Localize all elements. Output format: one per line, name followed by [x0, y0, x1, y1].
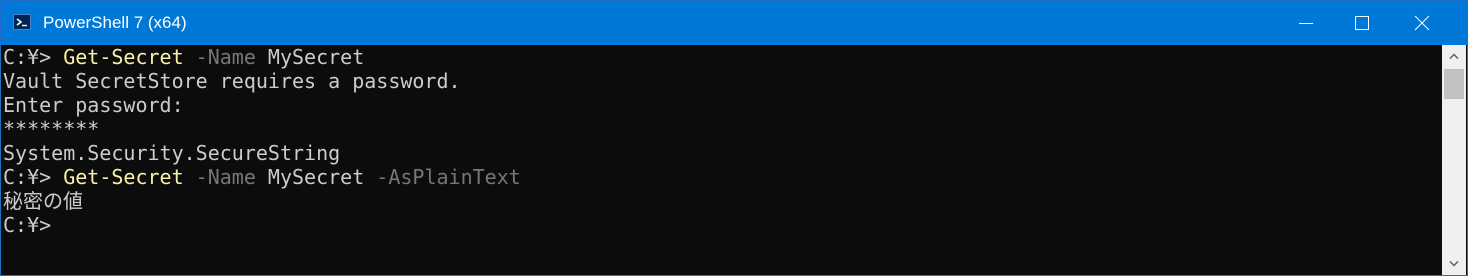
- command: Get-Secret: [63, 45, 184, 69]
- close-button[interactable]: [1399, 1, 1445, 45]
- maximize-button[interactable]: [1339, 1, 1385, 45]
- powershell-window: PowerShell 7 (x64) C:¥> Get-Secret -Name…: [0, 0, 1468, 276]
- window-title: PowerShell 7 (x64): [43, 13, 187, 32]
- prompt: C:¥>: [3, 165, 64, 189]
- scroll-thumb[interactable]: [1444, 69, 1464, 99]
- console-line: ********: [3, 117, 100, 141]
- minimize-button[interactable]: [1283, 1, 1329, 45]
- vertical-scrollbar[interactable]: [1442, 45, 1466, 275]
- close-icon: [1414, 15, 1430, 31]
- console-line: C:¥> Get-Secret -Name MySecret: [3, 45, 364, 69]
- console-line: Vault SecretStore requires a password.: [3, 69, 461, 93]
- powershell-icon: [13, 14, 31, 30]
- scroll-up-button[interactable]: [1442, 45, 1466, 67]
- title-bar[interactable]: PowerShell 7 (x64): [1, 1, 1467, 45]
- argument: MySecret: [255, 165, 365, 189]
- maximize-icon: [1355, 16, 1369, 30]
- argument: MySecret: [255, 45, 365, 69]
- command: Get-Secret: [63, 165, 184, 189]
- minimize-icon: [1299, 23, 1313, 24]
- prompt: C:¥>: [3, 45, 64, 69]
- scroll-down-button[interactable]: [1442, 253, 1466, 275]
- parameter: -Name: [183, 45, 256, 69]
- console-line: Enter password:: [3, 93, 184, 117]
- console-line: System.Security.SecureString: [3, 141, 341, 165]
- console-line: 秘密の値: [3, 189, 83, 213]
- parameter: -AsPlainText: [364, 165, 521, 189]
- chevron-down-icon: [1449, 261, 1459, 267]
- console-output[interactable]: C:¥> Get-Secret -Name MySecret Vault Sec…: [1, 45, 1441, 275]
- console-line: C:¥> Get-Secret -Name MySecret -AsPlainT…: [3, 165, 521, 189]
- console-line: C:¥>: [3, 213, 51, 237]
- parameter: -Name: [183, 165, 256, 189]
- chevron-up-icon: [1449, 53, 1459, 59]
- prompt: C:¥>: [3, 213, 52, 237]
